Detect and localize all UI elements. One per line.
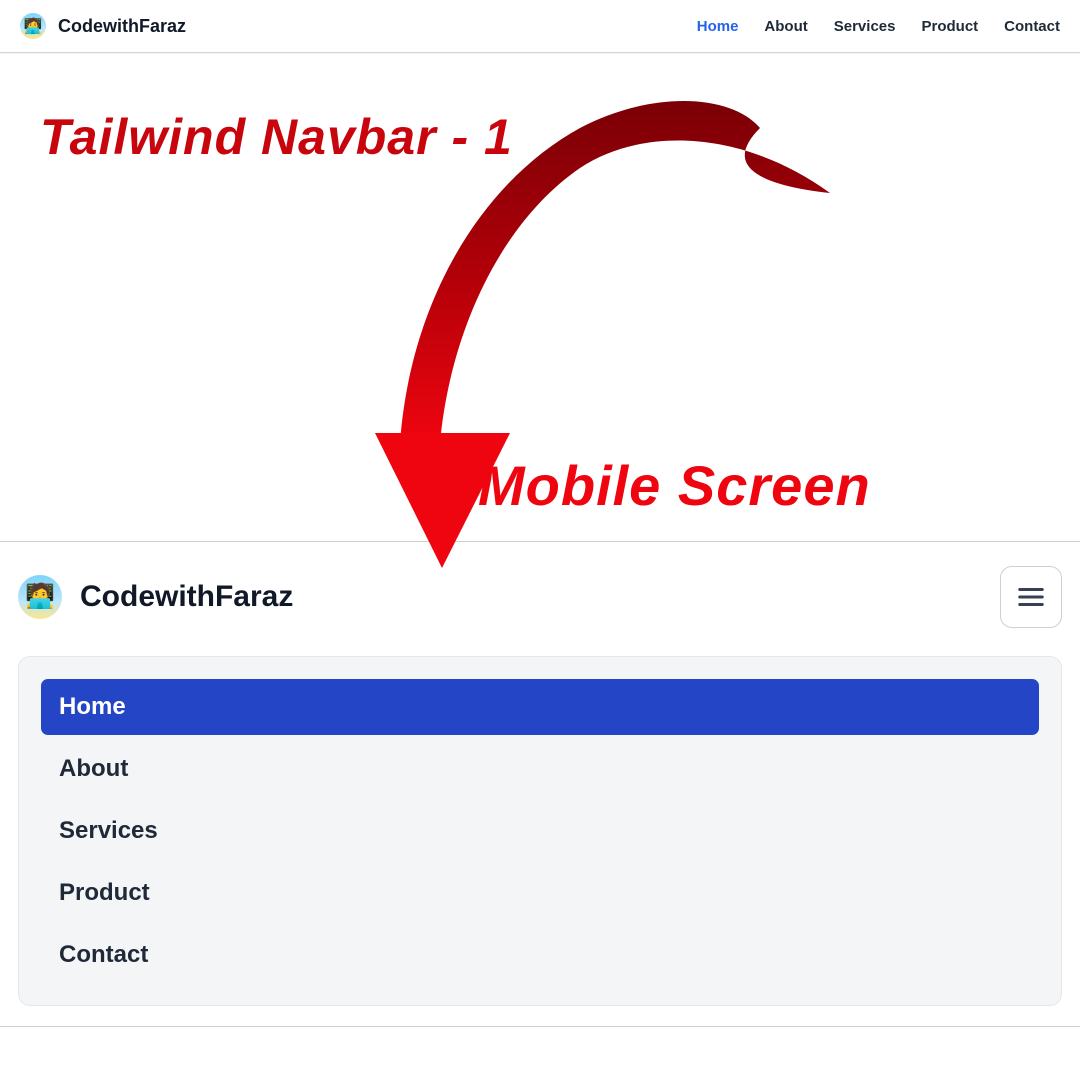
mobile-brand: 🧑‍💻 CodewithFaraz xyxy=(18,575,293,619)
avatar-icon: 🧑‍💻 xyxy=(18,575,62,619)
desktop-navbar: 🧑‍💻 CodewithFaraz Home About Services Pr… xyxy=(0,0,1080,53)
hamburger-icon xyxy=(1016,582,1046,612)
mobile-menu-item-product[interactable]: Product xyxy=(41,865,1039,921)
divider xyxy=(0,1026,1080,1027)
hamburger-button[interactable] xyxy=(1000,566,1062,628)
mobile-menu-item-about[interactable]: About xyxy=(41,741,1039,797)
mobile-menu-item-contact[interactable]: Contact xyxy=(41,927,1039,983)
avatar-icon: 🧑‍💻 xyxy=(20,13,46,39)
brand-name: CodewithFaraz xyxy=(80,580,293,614)
mobile-menu-panel: Home About Services Product Contact xyxy=(18,656,1062,1006)
nav-link-home[interactable]: Home xyxy=(697,18,739,35)
mobile-menu-item-home[interactable]: Home xyxy=(41,679,1039,735)
annotation-mobile-label: Mobile Screen xyxy=(478,453,871,518)
brand-name: CodewithFaraz xyxy=(58,16,186,37)
brand: 🧑‍💻 CodewithFaraz xyxy=(20,13,186,39)
nav-link-contact[interactable]: Contact xyxy=(1004,18,1060,35)
annotation-area: Tailwind Navbar - 1 Mobile Screen xyxy=(0,53,1080,541)
nav-link-services[interactable]: Services xyxy=(834,18,896,35)
desktop-nav-links: Home About Services Product Contact xyxy=(697,18,1060,35)
nav-link-product[interactable]: Product xyxy=(921,18,978,35)
nav-link-about[interactable]: About xyxy=(764,18,807,35)
mobile-menu-item-services[interactable]: Services xyxy=(41,803,1039,859)
mobile-navbar-preview: 🧑‍💻 CodewithFaraz Home About Services Pr… xyxy=(0,541,1080,1057)
